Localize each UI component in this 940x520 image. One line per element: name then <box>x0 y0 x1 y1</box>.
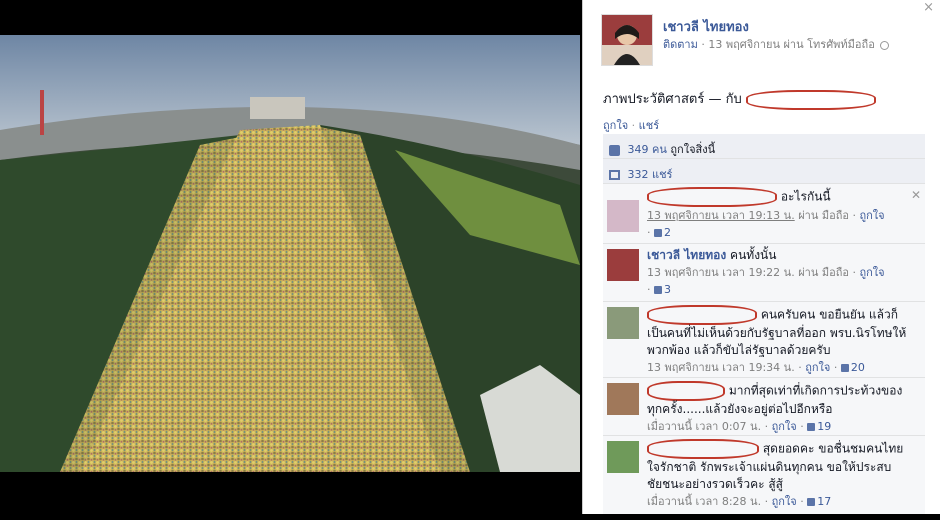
share-icon <box>609 170 620 180</box>
comment-like-count[interactable]: 19 <box>817 420 831 433</box>
comment-like-link[interactable]: ถูกใจ <box>859 266 884 279</box>
comment-meta: เมื่อวานนี้ เวลา 8:28 น. · ถูกใจ · 17 <box>647 495 832 508</box>
post-header: เชาวลี ไทยทอง ติดตาม · 13 พฤศจิกายน ผ่าน… <box>601 14 931 68</box>
redacted-name <box>647 187 777 207</box>
commenter-avatar[interactable] <box>607 441 639 473</box>
comment-body: เชาวลี ไทยทอง คนทั้งนั้น 13 พฤศจิกายน เว… <box>647 247 911 298</box>
commenter-avatar[interactable] <box>607 383 639 415</box>
thumbs-up-icon <box>807 423 816 431</box>
caption-text: ภาพประวัติศาสตร์ — กับ <box>603 92 742 107</box>
redacted-name <box>647 381 725 401</box>
comment-via: ผ่าน มือถือ <box>798 266 849 279</box>
comment-like-count[interactable]: 2 <box>664 226 671 239</box>
follow-link[interactable]: ติดตาม <box>663 38 698 51</box>
comment-author[interactable]: เชาวลี ไทยทอง <box>647 248 726 262</box>
close-icon[interactable]: × <box>923 0 934 15</box>
poster-name[interactable]: เชาวลี ไทยทอง <box>663 16 749 37</box>
likes-text: ถูกใจสิ่งนี้ <box>670 143 716 156</box>
comment-item: อะไรกันนี้ 13 พฤศจิกายน เวลา 19:13 น. ผ่… <box>603 184 925 244</box>
globe-icon <box>880 40 890 50</box>
comment-item: มากที่สุดเท่าที่เกิดการประท้วงของทุกครั้… <box>603 378 925 436</box>
commenter-avatar[interactable] <box>607 307 639 339</box>
post-caption: ภาพประวัติศาสตร์ — กับ <box>603 88 876 110</box>
comment-time[interactable]: 13 พฤศจิกายน เวลา 19:22 น. <box>647 266 795 279</box>
redacted-tag <box>745 89 876 110</box>
redacted-name <box>647 305 757 325</box>
comment-time[interactable]: เมื่อวานนี้ เวลา 0:07 น. <box>647 420 761 433</box>
thumbs-up-icon <box>609 144 620 156</box>
thumbs-up-icon <box>654 229 662 237</box>
comment-item: สุดยอดคะ ขอชื่นชมคนไทยใจรักชาติ รักพระเจ… <box>603 436 925 514</box>
shares-count[interactable]: 332 แชร์ <box>628 168 673 181</box>
comment-meta: 13 พฤศจิกายน เวลา 19:22 น. ผ่าน มือถือ ·… <box>647 266 885 279</box>
comment-meta: 13 พฤศจิกายน เวลา 19:34 น. · ถูกใจ · 20 <box>647 361 865 374</box>
post-panel: × เชาวลี ไทยทอง ติดตาม · 13 พฤศจิกายน ผ่… <box>582 0 940 514</box>
comment-body: อะไรกันนี้ 13 พฤศจิกายน เวลา 19:13 น. ผ่… <box>647 187 911 241</box>
shares-row[interactable]: 332 แชร์ <box>603 159 925 184</box>
comment-body: มากที่สุดเท่าที่เกิดการประท้วงของทุกครั้… <box>647 381 911 435</box>
comment-like-count[interactable]: 17 <box>817 495 831 508</box>
comment-item: เชาวลี ไทยทอง คนทั้งนั้น 13 พฤศจิกายน เว… <box>603 244 925 302</box>
commenter-avatar[interactable] <box>607 249 639 281</box>
comment-text: คนทั้งนั้น <box>730 248 777 262</box>
thumbs-up-icon <box>840 364 849 372</box>
crowd-photo[interactable] <box>0 35 580 472</box>
comment-meta: 13 พฤศจิกายน เวลา 19:13 น. ผ่าน มือถือ ·… <box>647 209 885 222</box>
post-date[interactable]: 13 พฤศจิกายน ผ่าน โทรศัพท์มือถือ <box>708 38 874 51</box>
comment-time[interactable]: 13 พฤศจิกายน เวลา 19:34 น. <box>647 361 795 374</box>
poster-avatar[interactable] <box>601 14 653 66</box>
likes-box: 349 คน ถูกใจสิ่งนี้ 332 แชร์ <box>603 134 925 184</box>
comment-like-link[interactable]: ถูกใจ <box>772 420 797 433</box>
likes-row[interactable]: 349 คน ถูกใจสิ่งนี้ <box>603 134 925 159</box>
likes-count[interactable]: 349 คน <box>628 143 667 156</box>
commenter-avatar[interactable] <box>607 200 639 232</box>
post-actions: ถูกใจ · แชร์ <box>603 119 660 132</box>
comment-meta: เมื่อวานนี้ เวลา 0:07 น. · ถูกใจ · 19 <box>647 420 832 433</box>
comment-like-count[interactable]: 3 <box>664 283 671 296</box>
comment-via: ผ่าน มือถือ <box>798 209 849 222</box>
comment-body: คนครับคน ขอยืนยัน แล้วก็เป็นคนที่ไม่เห็น… <box>647 305 911 376</box>
comment-body: สุดยอดคะ ขอชื่นชมคนไทยใจรักชาติ รักพระเจ… <box>647 439 911 510</box>
thumbs-up-icon <box>654 286 662 294</box>
comment-like-link[interactable]: ถูกใจ <box>859 209 884 222</box>
thumbs-up-icon <box>807 498 816 506</box>
comment-time[interactable]: เมื่อวานนี้ เวลา 8:28 น. <box>647 495 761 508</box>
comment-item: คนครับคน ขอยืนยัน แล้วก็เป็นคนที่ไม่เห็น… <box>603 302 925 378</box>
comment-like-link[interactable]: ถูกใจ <box>772 495 797 508</box>
photo-viewer: × เชาวลี ไทยทอง ติดตาม · 13 พฤศจิกายน ผ่… <box>0 0 940 520</box>
crowd-photo-image <box>0 35 580 472</box>
like-link[interactable]: ถูกใจ <box>603 119 628 132</box>
share-link[interactable]: แชร์ <box>639 119 659 132</box>
comment-like-link[interactable]: ถูกใจ <box>805 361 830 374</box>
comment-like-count[interactable]: 20 <box>851 361 865 374</box>
post-meta: ติดตาม · 13 พฤศจิกายน ผ่าน โทรศัพท์มือถื… <box>663 35 890 53</box>
close-icon[interactable]: ✕ <box>911 188 921 202</box>
comment-text: อะไรกันนี้ <box>780 189 831 204</box>
comment-time[interactable]: 13 พฤศจิกายน เวลา 19:13 น. <box>647 209 795 222</box>
redacted-name <box>647 439 759 459</box>
